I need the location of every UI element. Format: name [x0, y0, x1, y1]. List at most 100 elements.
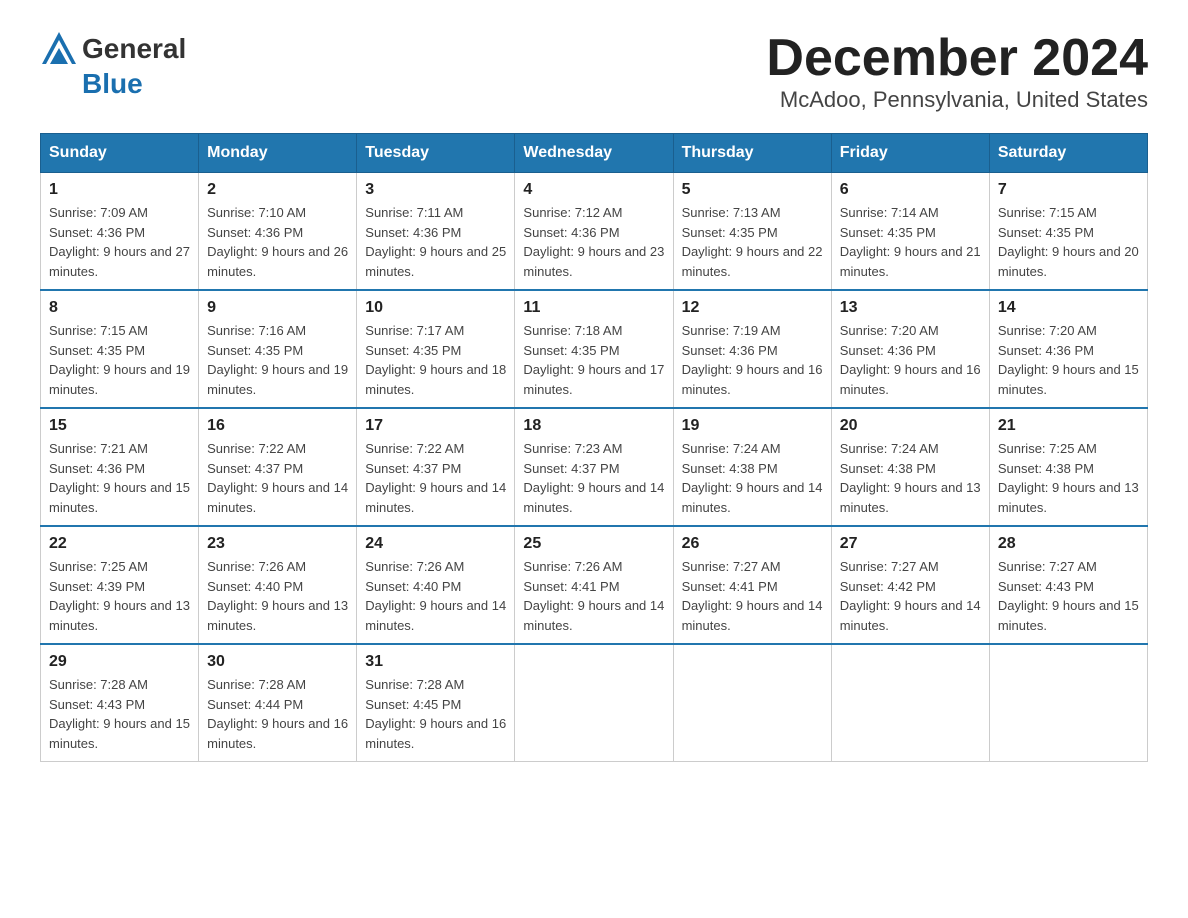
day-info: Sunrise: 7:24 AM Sunset: 4:38 PM Dayligh… — [682, 439, 823, 517]
day-number: 15 — [49, 417, 190, 435]
table-row: 19 Sunrise: 7:24 AM Sunset: 4:38 PM Dayl… — [673, 408, 831, 526]
day-info: Sunrise: 7:23 AM Sunset: 4:37 PM Dayligh… — [523, 439, 664, 517]
col-monday: Monday — [199, 134, 357, 173]
day-info: Sunrise: 7:26 AM Sunset: 4:40 PM Dayligh… — [207, 557, 348, 635]
day-number: 13 — [840, 299, 981, 317]
day-info: Sunrise: 7:21 AM Sunset: 4:36 PM Dayligh… — [49, 439, 190, 517]
day-number: 14 — [998, 299, 1139, 317]
table-row: 27 Sunrise: 7:27 AM Sunset: 4:42 PM Dayl… — [831, 526, 989, 644]
day-info: Sunrise: 7:16 AM Sunset: 4:35 PM Dayligh… — [207, 321, 348, 399]
day-number: 30 — [207, 653, 348, 671]
day-number: 3 — [365, 181, 506, 199]
table-row: 20 Sunrise: 7:24 AM Sunset: 4:38 PM Dayl… — [831, 408, 989, 526]
day-number: 8 — [49, 299, 190, 317]
col-thursday: Thursday — [673, 134, 831, 173]
day-info: Sunrise: 7:19 AM Sunset: 4:36 PM Dayligh… — [682, 321, 823, 399]
day-number: 21 — [998, 417, 1139, 435]
day-number: 31 — [365, 653, 506, 671]
table-row: 5 Sunrise: 7:13 AM Sunset: 4:35 PM Dayli… — [673, 173, 831, 291]
table-row: 29 Sunrise: 7:28 AM Sunset: 4:43 PM Dayl… — [41, 644, 199, 762]
table-row: 16 Sunrise: 7:22 AM Sunset: 4:37 PM Dayl… — [199, 408, 357, 526]
calendar-week-row: 15 Sunrise: 7:21 AM Sunset: 4:36 PM Dayl… — [41, 408, 1148, 526]
table-row: 14 Sunrise: 7:20 AM Sunset: 4:36 PM Dayl… — [989, 290, 1147, 408]
table-row: 13 Sunrise: 7:20 AM Sunset: 4:36 PM Dayl… — [831, 290, 989, 408]
table-row: 30 Sunrise: 7:28 AM Sunset: 4:44 PM Dayl… — [199, 644, 357, 762]
title-block: December 2024 McAdoo, Pennsylvania, Unit… — [766, 30, 1148, 113]
day-info: Sunrise: 7:27 AM Sunset: 4:41 PM Dayligh… — [682, 557, 823, 635]
col-saturday: Saturday — [989, 134, 1147, 173]
day-number: 10 — [365, 299, 506, 317]
col-sunday: Sunday — [41, 134, 199, 173]
day-info: Sunrise: 7:27 AM Sunset: 4:42 PM Dayligh… — [840, 557, 981, 635]
day-info: Sunrise: 7:09 AM Sunset: 4:36 PM Dayligh… — [49, 203, 190, 281]
logo-icon — [40, 30, 78, 68]
page-header: General Blue December 2024 McAdoo, Penns… — [40, 30, 1148, 113]
day-number: 9 — [207, 299, 348, 317]
table-row: 15 Sunrise: 7:21 AM Sunset: 4:36 PM Dayl… — [41, 408, 199, 526]
day-info: Sunrise: 7:20 AM Sunset: 4:36 PM Dayligh… — [840, 321, 981, 399]
day-info: Sunrise: 7:15 AM Sunset: 4:35 PM Dayligh… — [49, 321, 190, 399]
day-number: 27 — [840, 535, 981, 553]
day-number: 23 — [207, 535, 348, 553]
table-row: 28 Sunrise: 7:27 AM Sunset: 4:43 PM Dayl… — [989, 526, 1147, 644]
day-info: Sunrise: 7:28 AM Sunset: 4:45 PM Dayligh… — [365, 675, 506, 753]
calendar-table: Sunday Monday Tuesday Wednesday Thursday… — [40, 133, 1148, 762]
table-row: 31 Sunrise: 7:28 AM Sunset: 4:45 PM Dayl… — [357, 644, 515, 762]
logo-general-text: General — [82, 33, 186, 65]
page-subtitle: McAdoo, Pennsylvania, United States — [766, 87, 1148, 113]
table-row — [673, 644, 831, 762]
table-row: 26 Sunrise: 7:27 AM Sunset: 4:41 PM Dayl… — [673, 526, 831, 644]
calendar-week-row: 1 Sunrise: 7:09 AM Sunset: 4:36 PM Dayli… — [41, 173, 1148, 291]
day-info: Sunrise: 7:28 AM Sunset: 4:43 PM Dayligh… — [49, 675, 190, 753]
day-number: 19 — [682, 417, 823, 435]
day-info: Sunrise: 7:24 AM Sunset: 4:38 PM Dayligh… — [840, 439, 981, 517]
logo-blue-text: Blue — [82, 68, 143, 100]
table-row: 8 Sunrise: 7:15 AM Sunset: 4:35 PM Dayli… — [41, 290, 199, 408]
day-info: Sunrise: 7:18 AM Sunset: 4:35 PM Dayligh… — [523, 321, 664, 399]
day-number: 28 — [998, 535, 1139, 553]
col-tuesday: Tuesday — [357, 134, 515, 173]
calendar-week-row: 8 Sunrise: 7:15 AM Sunset: 4:35 PM Dayli… — [41, 290, 1148, 408]
day-info: Sunrise: 7:11 AM Sunset: 4:36 PM Dayligh… — [365, 203, 506, 281]
table-row — [989, 644, 1147, 762]
table-row: 11 Sunrise: 7:18 AM Sunset: 4:35 PM Dayl… — [515, 290, 673, 408]
day-number: 16 — [207, 417, 348, 435]
table-row: 10 Sunrise: 7:17 AM Sunset: 4:35 PM Dayl… — [357, 290, 515, 408]
day-info: Sunrise: 7:12 AM Sunset: 4:36 PM Dayligh… — [523, 203, 664, 281]
day-info: Sunrise: 7:28 AM Sunset: 4:44 PM Dayligh… — [207, 675, 348, 753]
table-row: 24 Sunrise: 7:26 AM Sunset: 4:40 PM Dayl… — [357, 526, 515, 644]
day-number: 4 — [523, 181, 664, 199]
table-row — [515, 644, 673, 762]
table-row: 18 Sunrise: 7:23 AM Sunset: 4:37 PM Dayl… — [515, 408, 673, 526]
day-number: 18 — [523, 417, 664, 435]
table-row: 1 Sunrise: 7:09 AM Sunset: 4:36 PM Dayli… — [41, 173, 199, 291]
day-number: 22 — [49, 535, 190, 553]
day-info: Sunrise: 7:14 AM Sunset: 4:35 PM Dayligh… — [840, 203, 981, 281]
day-info: Sunrise: 7:26 AM Sunset: 4:41 PM Dayligh… — [523, 557, 664, 635]
table-row: 7 Sunrise: 7:15 AM Sunset: 4:35 PM Dayli… — [989, 173, 1147, 291]
day-info: Sunrise: 7:17 AM Sunset: 4:35 PM Dayligh… — [365, 321, 506, 399]
day-info: Sunrise: 7:25 AM Sunset: 4:38 PM Dayligh… — [998, 439, 1139, 517]
day-number: 12 — [682, 299, 823, 317]
day-info: Sunrise: 7:22 AM Sunset: 4:37 PM Dayligh… — [207, 439, 348, 517]
logo: General Blue — [40, 30, 186, 100]
day-number: 24 — [365, 535, 506, 553]
table-row: 2 Sunrise: 7:10 AM Sunset: 4:36 PM Dayli… — [199, 173, 357, 291]
day-number: 17 — [365, 417, 506, 435]
day-info: Sunrise: 7:20 AM Sunset: 4:36 PM Dayligh… — [998, 321, 1139, 399]
day-info: Sunrise: 7:15 AM Sunset: 4:35 PM Dayligh… — [998, 203, 1139, 281]
day-info: Sunrise: 7:27 AM Sunset: 4:43 PM Dayligh… — [998, 557, 1139, 635]
day-number: 25 — [523, 535, 664, 553]
table-row — [831, 644, 989, 762]
calendar-week-row: 29 Sunrise: 7:28 AM Sunset: 4:43 PM Dayl… — [41, 644, 1148, 762]
day-info: Sunrise: 7:22 AM Sunset: 4:37 PM Dayligh… — [365, 439, 506, 517]
day-number: 6 — [840, 181, 981, 199]
calendar-week-row: 22 Sunrise: 7:25 AM Sunset: 4:39 PM Dayl… — [41, 526, 1148, 644]
day-number: 11 — [523, 299, 664, 317]
table-row: 6 Sunrise: 7:14 AM Sunset: 4:35 PM Dayli… — [831, 173, 989, 291]
table-row: 17 Sunrise: 7:22 AM Sunset: 4:37 PM Dayl… — [357, 408, 515, 526]
col-friday: Friday — [831, 134, 989, 173]
day-number: 7 — [998, 181, 1139, 199]
day-info: Sunrise: 7:10 AM Sunset: 4:36 PM Dayligh… — [207, 203, 348, 281]
day-info: Sunrise: 7:25 AM Sunset: 4:39 PM Dayligh… — [49, 557, 190, 635]
